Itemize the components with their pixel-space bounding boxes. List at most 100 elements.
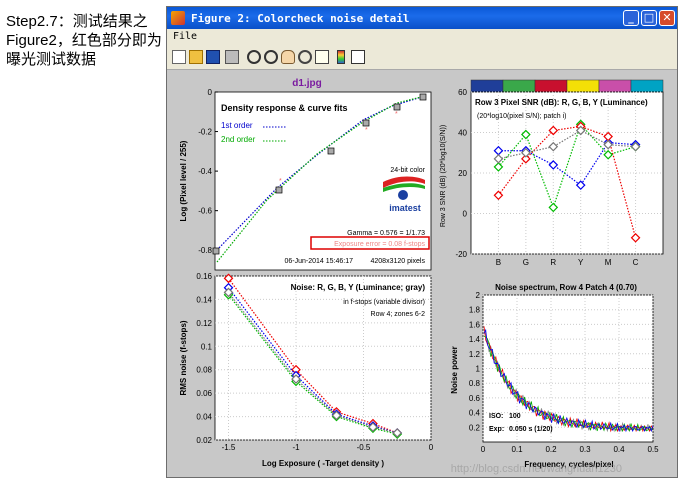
density-marker [212, 247, 220, 255]
spectrum-ytick-label: 0.4 [469, 409, 481, 418]
density-ytick-label: -0.4 [198, 167, 212, 176]
gamma-text: Gamma = 0.576 = 1/1.73 [347, 230, 425, 237]
rms-ytick-label: 0.16 [196, 272, 212, 281]
density-point: * [365, 127, 368, 134]
snr-ylabel: Row 3 SNR (dB) (20*log10(S/N)) [440, 125, 447, 227]
snr-chart: Row 3 Pixel SNR (dB): R, G, B, Y (Lumina… [440, 79, 664, 267]
rms-ytick-label: 0.04 [196, 413, 212, 422]
spectrum-xtick-label: 0.3 [579, 445, 591, 454]
rms-xlabel: Log Exposure ( -Target density ) [262, 459, 384, 468]
spectrum-xtick-label: 0.2 [545, 445, 557, 454]
snr-xtick-label: R [550, 258, 556, 267]
maximize-button[interactable]: □ [641, 10, 657, 26]
menu-bar: File [167, 29, 677, 45]
rms-xtick-label: -1 [292, 443, 300, 452]
data-cursor-icon[interactable] [315, 50, 329, 64]
density-marker [327, 147, 335, 155]
snr-ytick-label: 20 [458, 169, 467, 178]
density-marker [362, 119, 370, 127]
snr-xtick-label: Y [578, 258, 584, 267]
snr-xtick-label: B [496, 258, 501, 267]
rms-ylabel: RMS noise (f-stops) [179, 320, 188, 395]
color-swatch [502, 79, 536, 93]
window-title: Figure 2: Colorcheck noise detail [191, 12, 410, 25]
figure-svg: d1.jpg 0 -0.2 -0.4 -0.6 -0.8 Density respons… [179, 78, 664, 475]
snr-ytick-label: -20 [455, 250, 467, 259]
snr-ytick-label: 60 [458, 88, 467, 97]
print-icon[interactable] [225, 50, 239, 64]
toolbar [167, 45, 677, 70]
figure-title: d1.jpg [292, 78, 321, 89]
color-swatch [534, 79, 568, 93]
density-marker [275, 186, 283, 194]
legend-icon[interactable] [351, 50, 365, 64]
rms-title: Noise: R, G, B, Y (Luminance; gray) [291, 283, 426, 292]
matlab-icon [171, 11, 185, 25]
density-chart: 0 -0.2 -0.4 -0.6 -0.8 Density response & cur… [179, 88, 432, 271]
iso-label: ISO: [489, 413, 503, 420]
rms-note-1: in f-stops (variable divisor) [343, 299, 425, 306]
snr-xtick-label: G [523, 258, 529, 267]
spectrum-xtick-label: 0.5 [647, 445, 659, 454]
spectrum-ylabel: Noise power [450, 346, 459, 394]
save-icon[interactable] [206, 50, 220, 64]
open-folder-icon[interactable] [189, 50, 203, 64]
rotate-3d-icon[interactable] [298, 50, 312, 64]
spectrum-ytick-label: 1.2 [469, 350, 481, 359]
legend-1st-order: 1st order [221, 121, 253, 130]
legend-2nd-order: 2nd order [221, 135, 256, 144]
title-bar[interactable]: Figure 2: Colorcheck noise detail _ □ ✕ [167, 7, 677, 29]
menu-file[interactable]: File [173, 31, 197, 42]
pan-hand-icon[interactable] [281, 50, 295, 64]
rms-ytick-label: 0.1 [201, 342, 213, 351]
timestamp-text: 06-Jun-2014 15:46:17 [285, 258, 354, 265]
close-button[interactable]: ✕ [659, 10, 675, 26]
density-title: Density response & curve fits [221, 103, 348, 113]
spectrum-ytick-label: 0.6 [469, 394, 481, 403]
color-swatch [470, 79, 504, 93]
rms-ytick-label: 0.06 [196, 389, 212, 398]
density-point: * [279, 178, 282, 185]
density-point: * [395, 111, 398, 118]
snr-subtitle: (20*log10(pixel S/N); patch i) [477, 113, 567, 120]
bitdepth-label: 24-bit color [390, 167, 425, 174]
watermark-text: http://blog.csdn.net/wanghuan1230 [451, 463, 622, 475]
spectrum-ytick-label: 1 [476, 365, 481, 374]
density-ytick-label: -0.8 [198, 246, 212, 255]
density-ytick-label: -0.2 [198, 128, 212, 137]
minimize-button[interactable]: _ [623, 10, 639, 26]
rms-ytick-label: 0.02 [196, 436, 212, 445]
spectrum-title: Noise spectrum, Row 4 Patch 4 (0.70) [495, 283, 637, 292]
color-swatch [598, 79, 632, 93]
colorbar-icon[interactable] [337, 50, 345, 64]
iso-value: 100 [509, 413, 521, 420]
spectrum-xtick-label: 0 [481, 445, 486, 454]
imatest-logo-icon [398, 190, 408, 200]
rms-xtick-label: -0.5 [357, 443, 371, 452]
density-ylabel: Log (Pixel level / 255) [179, 140, 188, 221]
snr-ytick-label: 0 [463, 210, 468, 219]
spectrum-xtick-label: 0.4 [613, 445, 625, 454]
spectrum-xtick-label: 0.1 [511, 445, 523, 454]
exp-label: Exp: [489, 426, 504, 433]
zoom-in-icon[interactable] [247, 50, 261, 64]
density-ytick-label: 0 [208, 88, 213, 97]
new-file-icon[interactable] [172, 50, 186, 64]
zoom-out-icon[interactable] [264, 50, 278, 64]
snr-xtick-label: M [605, 258, 612, 267]
density-ytick-label: -0.6 [198, 207, 212, 216]
spectrum-ytick-label: 0.8 [469, 379, 481, 388]
rms-ytick-label: 0.14 [196, 295, 212, 304]
exposure-error-text: Exposure error = 0.08 f-stops [334, 241, 425, 248]
noise-spectrum-chart: Noise spectrum, Row 4 Patch 4 (0.70) 2 1.… [450, 283, 659, 469]
color-swatch [630, 79, 664, 93]
spectrum-ytick-label: 2 [476, 291, 481, 300]
density-marker [419, 93, 427, 101]
rms-xtick-label: -1.5 [222, 443, 236, 452]
exp-value: 0.050 s (1/20) [509, 426, 553, 433]
rms-xtick-label: 0 [429, 443, 434, 452]
snr-xtick-label: C [633, 258, 639, 267]
figure-window: Figure 2: Colorcheck noise detail _ □ ✕ … [166, 6, 678, 478]
snr-title: Row 3 Pixel SNR (dB): R, G, B, Y (Lumina… [475, 98, 648, 107]
rms-ytick-label: 0.12 [196, 319, 212, 328]
